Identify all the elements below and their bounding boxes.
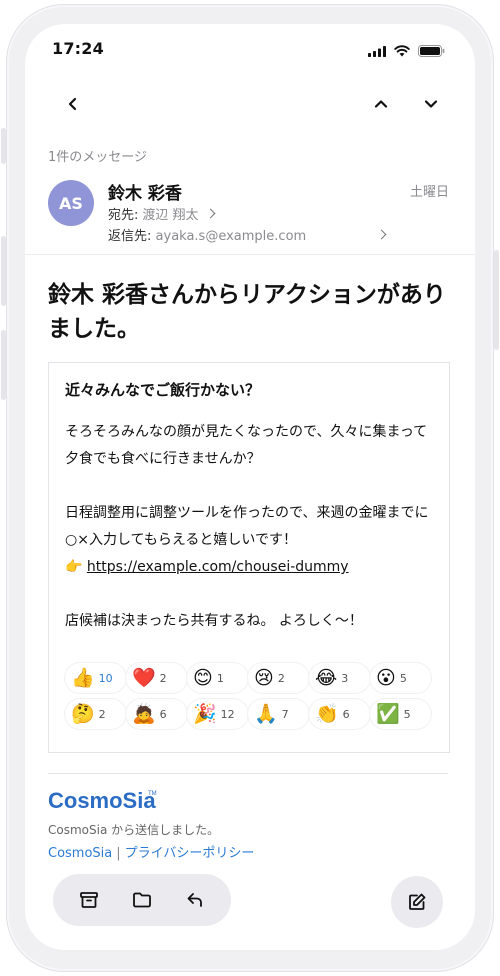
sender-name[interactable]: 鈴木 彩香 — [108, 179, 182, 204]
reply-to-label: 返信先: — [108, 229, 152, 244]
reply-to-row[interactable]: 返信先: ayaka.s@example.com — [108, 225, 306, 244]
privacy-policy-link[interactable]: プライバシーポリシー — [125, 846, 255, 861]
next-message-button[interactable] — [419, 92, 443, 116]
battery-icon — [418, 42, 445, 61]
reaction-emoji-icon: ❤️ — [132, 667, 156, 689]
message-card: 近々みんなでご飯行かない？ そろそろみんなの顔が見たくなったので、久々に集まって… — [48, 362, 450, 753]
sent-from-text: CosmoSia から送信しました。 — [48, 823, 220, 837]
brand-link[interactable]: CosmoSia — [48, 846, 112, 861]
volume-up-button — [1, 236, 6, 306]
pointing-hand-icon: 👉 — [65, 559, 83, 575]
reaction-pill[interactable]: 👏 6 — [309, 699, 370, 729]
archive-button[interactable] — [77, 888, 101, 912]
reaction-emoji-icon: 🙏 — [254, 703, 278, 725]
reaction-emoji-icon: ✅ — [376, 703, 400, 725]
reply-button[interactable] — [183, 888, 207, 912]
chevron-left-icon — [68, 97, 77, 111]
compose-icon — [409, 893, 426, 910]
body-paragraph-2: 日程調整用に調整ツールを作ったので、来週の金曜までに○×入力してもらえると嬉しい… — [65, 505, 429, 548]
reaction-count: 3 — [341, 671, 349, 685]
to-value: 渡辺 翔太 — [142, 208, 199, 223]
reaction-emoji-icon: 🙇 — [132, 703, 156, 725]
reaction-emoji-icon: 🎉 — [193, 703, 217, 725]
reaction-count: 5 — [403, 707, 411, 721]
reaction-pill[interactable]: 😢 2 — [248, 663, 309, 693]
chevron-right-icon[interactable] — [376, 229, 387, 240]
reaction-pill[interactable]: ❤️ 2 — [126, 663, 187, 693]
chevron-down-icon — [424, 100, 438, 108]
reaction-count: 6 — [159, 707, 167, 721]
reaction-emoji-icon: 👏 — [315, 703, 339, 725]
reaction-emoji-icon: 🤔 — [71, 703, 95, 725]
reply-to-value: ayaka.s@example.com — [155, 229, 307, 244]
reaction-count: 2 — [98, 707, 106, 721]
reaction-count: 6 — [342, 707, 350, 721]
body-paragraph-1: そろそろみんなの顔が見たくなったので、久々に集まって夕食でも食べに行きませんか？ — [65, 424, 428, 467]
mute-switch — [1, 128, 6, 164]
archive-icon — [80, 892, 99, 908]
footer-divider — [48, 773, 448, 774]
wifi-icon — [394, 42, 410, 61]
svg-text:TM: TM — [148, 791, 157, 797]
avatar[interactable]: AS — [48, 180, 94, 226]
reaction-emoji-icon: 😊 — [193, 667, 213, 689]
reaction-count: 1 — [216, 671, 224, 685]
reaction-pill[interactable]: 😮 5 — [370, 663, 431, 693]
power-button — [494, 250, 499, 350]
link-separator: | — [116, 846, 121, 861]
header-divider — [25, 254, 475, 255]
reaction-pill[interactable]: 👍 10 — [65, 663, 126, 693]
chevron-right-icon — [205, 208, 215, 219]
screen: 17:24 1件のメッセージ AS 鈴木 彩香 土曜日 宛先: 渡辺 翔太 返信… — [25, 24, 475, 950]
email-headline: 鈴木 彩香さんからリアクションがありました。 — [48, 282, 446, 342]
folder-icon — [133, 892, 151, 908]
reaction-count: 12 — [220, 707, 235, 721]
reaction-emoji-icon: 😮 — [376, 667, 396, 689]
brand-logo: CosmoSia TM — [48, 787, 158, 813]
reaction-pill[interactable]: 😊 1 — [187, 663, 248, 693]
svg-text:CosmoSia: CosmoSia — [48, 788, 156, 813]
reaction-emoji-icon: 😂 — [315, 667, 338, 689]
status-icons — [368, 42, 445, 61]
recipient-row[interactable]: 宛先: 渡辺 翔太 — [108, 204, 215, 223]
reaction-pill[interactable]: 🤔 2 — [65, 699, 126, 729]
signal-icon — [368, 42, 386, 61]
volume-down-button — [1, 330, 6, 400]
message-date: 土曜日 — [409, 185, 449, 200]
to-label: 宛先: — [108, 208, 139, 223]
cosmosia-logo-icon: CosmoSia TM — [48, 788, 157, 813]
bottom-toolbar — [53, 874, 231, 926]
status-time: 17:24 — [52, 39, 104, 58]
status-bar: 17:24 — [25, 24, 475, 72]
compose-button[interactable] — [391, 876, 443, 928]
message-count: 1件のメッセージ — [48, 150, 148, 165]
move-to-folder-button[interactable] — [130, 888, 154, 912]
card-body: そろそろみんなの顔が見たくなったので、久々に集まって夕食でも食べに行きませんか？… — [65, 419, 440, 635]
reaction-emoji-icon: 👍 — [71, 667, 95, 689]
reaction-count: 5 — [399, 671, 407, 685]
footer-links: CosmoSia | プライバシーポリシー — [48, 842, 254, 861]
reaction-pill[interactable]: ✅ 5 — [370, 699, 431, 729]
reaction-count: 2 — [277, 671, 285, 685]
card-title: 近々みんなでご飯行かない？ — [65, 381, 261, 399]
body-paragraph-3: 店候補は決まったら共有するね。 よろしく〜！ — [65, 613, 363, 629]
reaction-list: 👍 10 ❤️ 2 😊 1 😢 2 😂 3 😮 5 🤔 2 🙇 6 🎉 12 🙏 7 👏 6 ✅ 5 — [65, 663, 445, 729]
reaction-count: 7 — [281, 707, 289, 721]
reaction-count: 10 — [98, 671, 113, 685]
message-nav-bar — [25, 90, 475, 120]
previous-message-button[interactable] — [369, 92, 393, 116]
reaction-pill[interactable]: 🎉 12 — [187, 699, 248, 729]
reaction-emoji-icon: 😢 — [254, 667, 274, 689]
reaction-count: 2 — [159, 671, 167, 685]
schedule-link[interactable]: https://example.com/chousei-dummy — [87, 559, 349, 575]
reaction-pill[interactable]: 🙏 7 — [248, 699, 309, 729]
back-button[interactable] — [61, 92, 85, 116]
link-line: 👉 https://example.com/chousei-dummy — [65, 554, 440, 581]
reaction-pill[interactable]: 😂 3 — [309, 663, 370, 693]
reply-icon — [187, 893, 202, 907]
chevron-up-icon — [374, 100, 388, 108]
reaction-pill[interactable]: 🙇 6 — [126, 699, 187, 729]
